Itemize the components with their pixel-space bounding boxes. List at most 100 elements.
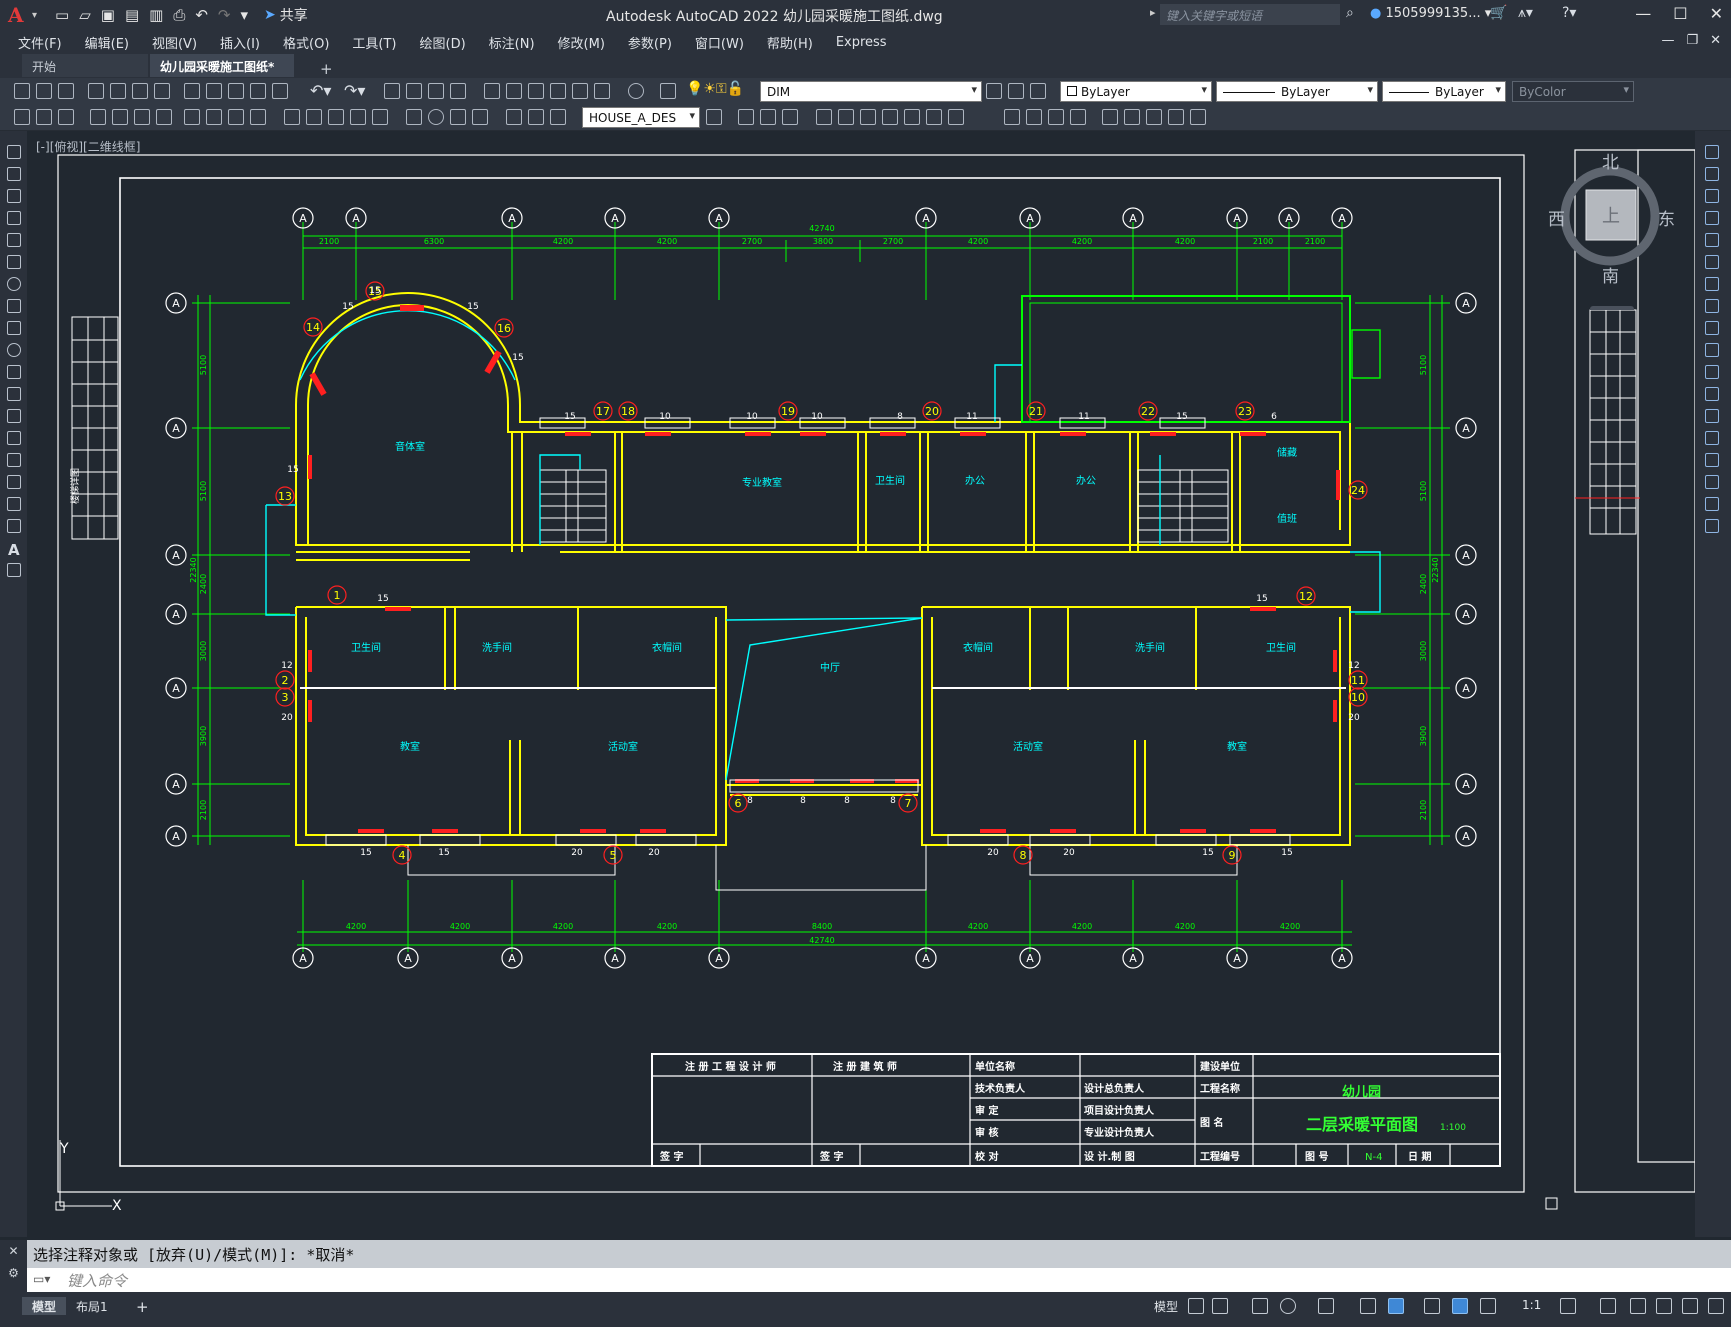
ellipse-icon[interactable] bbox=[7, 343, 21, 357]
layer-properties-icon[interactable] bbox=[660, 83, 676, 99]
design-center-icon[interactable] bbox=[506, 83, 522, 99]
tab-drawing[interactable]: 幼儿园采暖施工图纸* ✕ bbox=[150, 54, 294, 89]
plot-icon[interactable] bbox=[88, 83, 104, 99]
linetype-dropdown[interactable]: ByLayer ▾ bbox=[1216, 81, 1378, 102]
qnew-icon[interactable] bbox=[14, 83, 30, 99]
3d-print-icon[interactable] bbox=[154, 83, 170, 99]
modify-tool-6-icon[interactable] bbox=[860, 109, 876, 125]
polyline-icon[interactable] bbox=[7, 189, 21, 203]
mirror-icon[interactable] bbox=[1705, 189, 1719, 203]
tab-layout1[interactable]: 布局1 bbox=[66, 1297, 118, 1315]
array-icon[interactable] bbox=[1705, 233, 1719, 247]
properties-icon[interactable] bbox=[484, 83, 500, 99]
layer-match-icon[interactable] bbox=[1030, 83, 1046, 99]
trim-icon[interactable] bbox=[1705, 343, 1719, 357]
pan-icon[interactable] bbox=[384, 83, 400, 99]
break-at-point-icon[interactable] bbox=[1705, 387, 1719, 401]
menu-dimension[interactable]: 标注(N) bbox=[489, 33, 535, 52]
break-icon[interactable] bbox=[1705, 409, 1719, 423]
open-file-icon[interactable]: ▱ bbox=[79, 6, 91, 24]
object-snap-tracking-icon[interactable] bbox=[1360, 1298, 1376, 1314]
make-current-layer-icon[interactable] bbox=[986, 83, 1002, 99]
open-icon[interactable] bbox=[36, 83, 52, 99]
annotation-monitor-icon[interactable] bbox=[1600, 1298, 1616, 1314]
zoom-realtime-icon[interactable] bbox=[406, 83, 422, 99]
save-icon[interactable] bbox=[58, 83, 74, 99]
modify-tool-5-icon[interactable] bbox=[838, 109, 854, 125]
zoom-window-icon[interactable] bbox=[428, 83, 444, 99]
erase-icon[interactable] bbox=[1705, 145, 1719, 159]
baseline-dimension-icon[interactable] bbox=[306, 109, 322, 125]
modify-tool-11-icon[interactable] bbox=[1004, 109, 1020, 125]
modify-tool-15-icon[interactable] bbox=[1102, 109, 1118, 125]
isometric-icon[interactable] bbox=[1318, 1298, 1334, 1314]
aligned-dimension-icon[interactable] bbox=[112, 109, 128, 125]
share-button[interactable]: ➤ 共享 bbox=[264, 5, 308, 25]
new-file-icon[interactable]: ▭ bbox=[55, 6, 69, 24]
arc-icon[interactable] bbox=[7, 255, 21, 269]
polygon-icon[interactable] bbox=[7, 211, 21, 225]
layer-dropdown[interactable]: DIM ▾ bbox=[760, 81, 982, 102]
menu-help[interactable]: 帮助(H) bbox=[767, 33, 813, 52]
menu-parametric[interactable]: 参数(P) bbox=[628, 33, 672, 52]
move-icon[interactable] bbox=[1705, 255, 1719, 269]
annotation-visibility-icon[interactable] bbox=[1452, 1298, 1468, 1314]
tool-palettes-icon[interactable] bbox=[528, 83, 544, 99]
layer-state-icons[interactable]: 💡☀⚿🔓 bbox=[686, 81, 744, 97]
tab-model[interactable]: 模型 bbox=[22, 1297, 67, 1315]
dimension-space-icon[interactable] bbox=[350, 109, 366, 125]
scale-icon[interactable] bbox=[1705, 299, 1719, 313]
revision-cloud-icon[interactable] bbox=[7, 299, 21, 313]
new-tab-button[interactable]: + bbox=[310, 56, 343, 79]
dimstyle-dropdown[interactable]: HOUSE_A_DES ▾ bbox=[582, 107, 700, 128]
polar-tracking-icon[interactable] bbox=[1280, 1298, 1296, 1314]
menu-file[interactable]: 文件(F) bbox=[18, 33, 62, 52]
undo-icon[interactable]: ↶▾ bbox=[310, 81, 331, 100]
workspace-gear-icon[interactable] bbox=[1560, 1298, 1576, 1314]
minimize-button[interactable]: — bbox=[1635, 4, 1651, 23]
modify-tool-9-icon[interactable] bbox=[926, 109, 942, 125]
extend-icon[interactable] bbox=[1705, 365, 1719, 379]
insert-block-icon[interactable] bbox=[7, 387, 21, 401]
explode-icon[interactable] bbox=[1705, 519, 1719, 533]
arc-length-icon[interactable] bbox=[134, 109, 150, 125]
close-button[interactable]: ✕ bbox=[1710, 4, 1723, 23]
redo-icon[interactable]: ↷▾ bbox=[344, 81, 365, 100]
offset-icon[interactable] bbox=[1705, 211, 1719, 225]
modify-tool-12-icon[interactable] bbox=[1026, 109, 1042, 125]
annotation-scale[interactable]: 1:1 bbox=[1522, 1298, 1541, 1312]
dimension-edit-icon[interactable] bbox=[506, 109, 522, 125]
lineweight-icon[interactable] bbox=[1424, 1298, 1440, 1314]
object-snap-icon[interactable] bbox=[1388, 1298, 1404, 1314]
grid-icon[interactable] bbox=[1188, 1298, 1204, 1314]
modify-tool-17-icon[interactable] bbox=[1146, 109, 1162, 125]
doc-close-button[interactable]: ✕ bbox=[1710, 33, 1721, 48]
diameter-dimension-icon[interactable] bbox=[228, 109, 244, 125]
view-cube[interactable]: 北 南 东 西 上 bbox=[1540, 150, 1675, 310]
search-expand-icon[interactable]: ▸ bbox=[1150, 6, 1156, 19]
model-viewport[interactable]: 楼梯详图 A A A A A A A A A A A A A A A A A A… bbox=[27, 131, 1695, 1237]
modify-tool-16-icon[interactable] bbox=[1124, 109, 1140, 125]
clean-screen-icon[interactable] bbox=[1682, 1298, 1698, 1314]
dimension-text-edit-icon[interactable] bbox=[528, 109, 544, 125]
dimension-update-icon[interactable] bbox=[550, 109, 566, 125]
menu-window[interactable]: 窗口(W) bbox=[695, 33, 744, 52]
cut-icon[interactable] bbox=[184, 83, 200, 99]
autodesk-app-icon[interactable]: ⩚▾ bbox=[1518, 5, 1533, 21]
blend-curves-icon[interactable] bbox=[1705, 497, 1719, 511]
sheet-set-icon[interactable] bbox=[550, 83, 566, 99]
construction-line-icon[interactable] bbox=[7, 167, 21, 181]
menu-view[interactable]: 视图(V) bbox=[152, 33, 197, 52]
add-layout-button[interactable]: + bbox=[126, 1297, 159, 1316]
search-icon[interactable]: ⌕ bbox=[1346, 5, 1354, 21]
viewport-controls-label[interactable]: [-][俯视][二维线框] bbox=[36, 138, 140, 155]
tolerance-icon[interactable] bbox=[406, 109, 422, 125]
block-editor-icon[interactable] bbox=[272, 83, 288, 99]
menu-edit[interactable]: 编辑(E) bbox=[85, 33, 129, 52]
help-icon[interactable] bbox=[628, 83, 644, 99]
help-icon[interactable]: ?▾ bbox=[1562, 5, 1576, 21]
spline-icon[interactable] bbox=[7, 321, 21, 335]
autocad-logo-icon[interactable]: A bbox=[8, 3, 32, 27]
modify-tool-8-icon[interactable] bbox=[904, 109, 920, 125]
jogged-dimension-icon[interactable] bbox=[206, 109, 222, 125]
